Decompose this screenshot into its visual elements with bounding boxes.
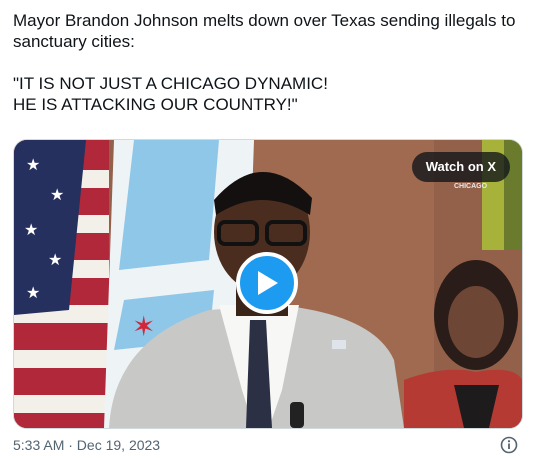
play-button[interactable] [236, 252, 298, 314]
watch-on-x-button[interactable]: Watch on X [411, 152, 510, 182]
overlay-caption: CHICAGO [454, 183, 488, 190]
play-icon [258, 271, 278, 295]
microphone [290, 402, 304, 428]
svg-text:★: ★ [26, 155, 40, 174]
tweet-timestamp[interactable]: 5:33 AM · Dec 19, 2023 [13, 437, 160, 453]
us-flag: ★ ★ ★ ★ ★ [14, 140, 109, 428]
svg-text:★: ★ [48, 250, 62, 269]
svg-text:★: ★ [26, 283, 40, 302]
svg-text:★: ★ [24, 220, 38, 239]
svg-text:✶: ✶ [132, 310, 155, 343]
video-thumbnail[interactable]: ★ ★ ★ ★ ★ ✶ CHICAGO Watch on X [13, 139, 523, 429]
svg-text:★: ★ [50, 185, 64, 204]
info-icon[interactable] [500, 436, 518, 454]
tweet-text: Mayor Brandon Johnson melts down over Te… [13, 11, 516, 114]
